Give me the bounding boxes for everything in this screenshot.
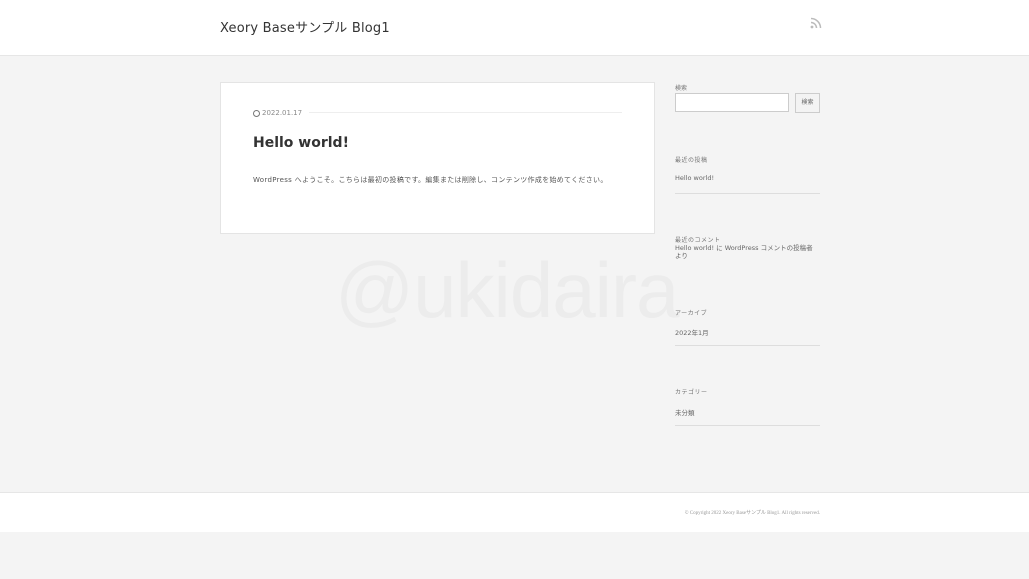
widget-divider xyxy=(675,193,820,194)
site-header: Xeory Baseサンプル Blog1 xyxy=(0,0,1029,56)
recent-comments-title: 最近のコメント xyxy=(675,237,721,244)
post-card: 2022.01.17 Hello world! WordPress へようこそ。… xyxy=(220,82,655,234)
site-footer: © Copyright 2022 Xeory Baseサンプル Blog1. A… xyxy=(0,492,1029,532)
categories-title: カテゴリー xyxy=(675,389,708,396)
watermark: @ukidaira xyxy=(335,246,679,334)
comment-connector: に xyxy=(714,244,725,252)
search-button[interactable]: 検索 xyxy=(795,93,820,113)
post-date: 2022.01.17 xyxy=(262,109,303,117)
post-meta: 2022.01.17 xyxy=(253,109,302,117)
widget-divider xyxy=(675,345,820,346)
recent-posts-title: 最近の投稿 xyxy=(675,157,708,164)
recent-post-link[interactable]: Hello world! xyxy=(675,174,714,182)
copyright: © Copyright 2022 Xeory Baseサンプル Blog1. A… xyxy=(684,511,820,516)
post-excerpt: WordPress へようこそ。こちらは最初の投稿です。編集または削除し、コンテ… xyxy=(253,176,608,184)
archive-link[interactable]: 2022年1月 xyxy=(675,327,709,337)
meta-divider xyxy=(309,112,622,113)
search-label: 検索 xyxy=(675,85,688,92)
widget-divider xyxy=(675,425,820,426)
recent-comment: Hello world! に WordPress コメントの投稿者 より xyxy=(675,244,821,260)
site-title[interactable]: Xeory Baseサンプル Blog1 xyxy=(220,17,390,36)
rss-icon[interactable] xyxy=(810,17,822,29)
clock-icon xyxy=(253,109,260,117)
comment-author-link[interactable]: Hello world! xyxy=(675,244,714,252)
archives-title: アーカイブ xyxy=(675,310,708,317)
category-link[interactable]: 未分類 xyxy=(675,407,695,417)
comment-post-link[interactable]: WordPress コメントの投稿者 xyxy=(725,244,813,252)
search-input[interactable] xyxy=(675,93,789,112)
post-title[interactable]: Hello world! xyxy=(253,135,349,151)
comment-suffix: より xyxy=(675,252,688,260)
